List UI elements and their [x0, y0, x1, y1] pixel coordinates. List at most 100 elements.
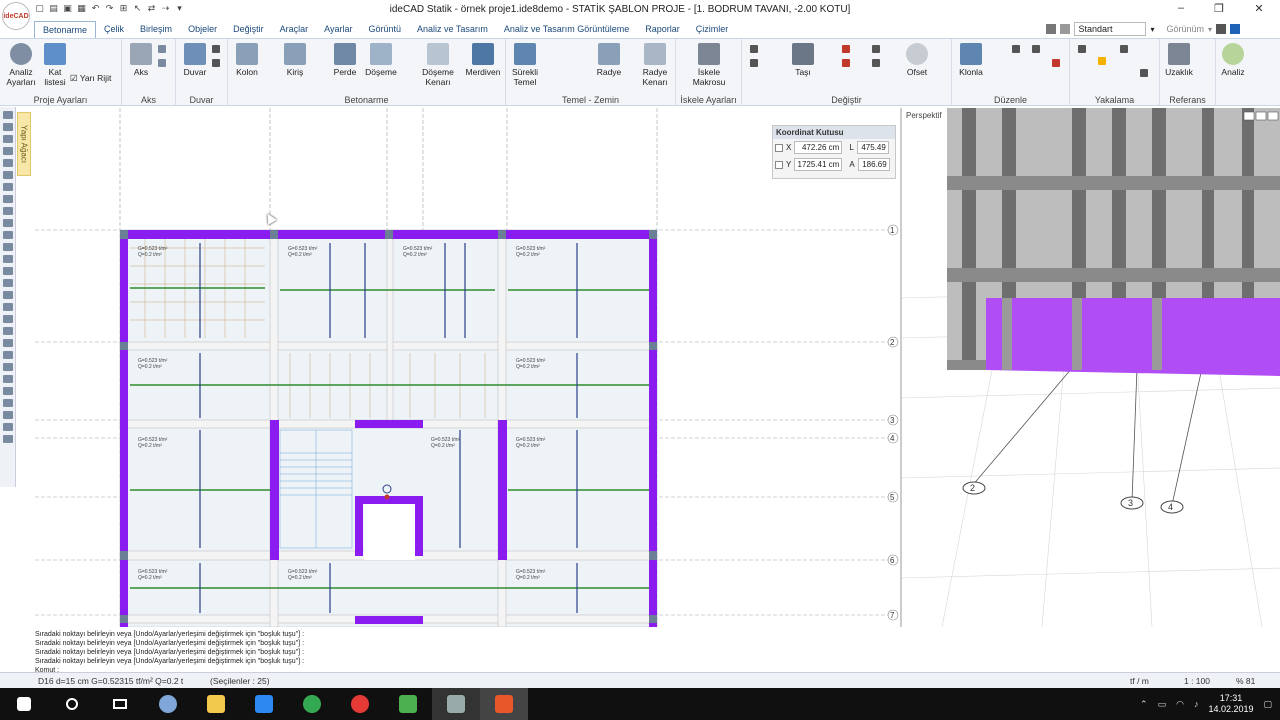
tab-betonarme[interactable]: Betonarme [34, 20, 97, 38]
tool-icon[interactable] [3, 351, 13, 359]
battery-icon[interactable]: ▭ [1158, 699, 1167, 710]
edit-tool-icon[interactable] [872, 59, 880, 67]
tool-icon[interactable] [3, 291, 13, 299]
status-unit[interactable]: tf / m [1130, 676, 1149, 686]
store-icon[interactable] [240, 688, 288, 720]
tab-celik[interactable]: Çelik [96, 21, 132, 38]
snap-tool-icon[interactable] [1120, 45, 1128, 53]
perspective-view[interactable]: Perspektif 2 3 4 [900, 108, 1280, 627]
save-icon[interactable]: ▣ [62, 3, 73, 14]
merdiven-button[interactable]: Merdiven [462, 43, 504, 77]
x-value-field[interactable]: 472.26 cm [794, 141, 843, 154]
settings-icon[interactable] [1216, 24, 1226, 34]
tab-birlesim[interactable]: Birleşim [132, 21, 180, 38]
close-button[interactable]: ✕ [1244, 2, 1274, 15]
arrange-tool-icon[interactable] [1012, 45, 1020, 53]
display-icon[interactable] [1060, 24, 1071, 34]
task-view-icon[interactable] [96, 688, 144, 720]
tab-ayarlar[interactable]: Ayarlar [316, 21, 360, 38]
opera-icon[interactable] [336, 688, 384, 720]
tool-icon[interactable] [3, 399, 13, 407]
tab-cizimler[interactable]: Çizimler [688, 21, 737, 38]
view-label[interactable]: Görünüm [1166, 24, 1204, 34]
tool-icon[interactable] [3, 243, 13, 251]
tool-icon[interactable] [3, 255, 13, 263]
tool-icon[interactable] [3, 279, 13, 287]
yari-rijit-checkbox[interactable]: ☑ Yarı Rijit [70, 73, 120, 83]
uzaklik-button[interactable]: Uzaklık [1162, 43, 1196, 77]
radye-button[interactable]: Radye [592, 43, 626, 77]
y-lock-checkbox[interactable] [775, 160, 783, 169]
notification-icon[interactable]: ▢ [1263, 699, 1272, 710]
perde-button[interactable]: Perde [328, 43, 362, 77]
tool-icon[interactable] [3, 327, 13, 335]
kiris-button[interactable]: Kiriş [278, 43, 312, 77]
analiz-button[interactable]: Analiz [1216, 43, 1250, 77]
axis-tool-icon[interactable] [158, 59, 166, 67]
ofset-button[interactable]: Ofset [900, 43, 934, 77]
arrange-tool-icon[interactable] [1052, 59, 1060, 67]
x-lock-checkbox[interactable] [775, 143, 783, 152]
edit-tool-icon[interactable] [750, 59, 758, 67]
open-folder-icon[interactable]: ▤ [48, 3, 59, 14]
tab-degistir[interactable]: Değiştir [225, 21, 272, 38]
status-scale[interactable]: 1 : 100 [1184, 676, 1210, 686]
pointer-icon[interactable]: ↖ [132, 3, 143, 14]
tool-icon[interactable] [3, 363, 13, 371]
tab-analiz[interactable]: Analiz ve Tasarım [409, 21, 496, 38]
tool-icon[interactable] [3, 411, 13, 419]
edit-tool-icon[interactable] [750, 45, 758, 53]
tool-icon[interactable] [3, 159, 13, 167]
tab-analiz-goruntuleme[interactable]: Analiz ve Tasarım Görüntüleme [496, 21, 637, 38]
windows-start-icon[interactable] [0, 688, 48, 720]
chevron-up-icon[interactable]: ⌃ [1140, 699, 1148, 710]
axis-tool-icon[interactable] [158, 45, 166, 53]
volume-icon[interactable]: ♪ [1194, 699, 1199, 709]
edit-tool-icon[interactable] [842, 45, 850, 53]
tool-icon[interactable] [3, 147, 13, 155]
kat-listesi-button[interactable]: Kat listesi [38, 43, 72, 87]
aks-button[interactable]: Aks [124, 43, 158, 77]
snap-icon[interactable]: ⊞ [118, 3, 129, 14]
tool-icon[interactable] [3, 339, 13, 347]
plan-canvas[interactable]: G=0.523 t/m² Q=0.2 t/m² G=0.523 t/m² Q=0.2… [35, 108, 900, 627]
snap-tool-icon[interactable] [1098, 57, 1106, 65]
tool-icon[interactable] [3, 111, 13, 119]
edit-tool-icon[interactable] [872, 45, 880, 53]
wall-tool-icon[interactable] [212, 45, 220, 53]
tab-raporlar[interactable]: Raporlar [637, 21, 688, 38]
tool-icon[interactable] [3, 315, 13, 323]
tool-icon[interactable] [3, 135, 13, 143]
clock[interactable]: 17:31 14.02.2019 [1208, 693, 1253, 715]
search-icon[interactable] [48, 688, 96, 720]
tool-icon[interactable] [3, 171, 13, 179]
tool-icon[interactable] [3, 303, 13, 311]
help-icon[interactable] [1230, 24, 1240, 34]
arrange-tool-icon[interactable] [1032, 45, 1040, 53]
minimize-button[interactable]: – [1166, 2, 1196, 14]
status-zoom[interactable]: % 81 [1236, 676, 1255, 686]
tool-icon[interactable] [3, 435, 13, 443]
iskele-makrosu-button[interactable]: İskele Makrosu [686, 43, 732, 87]
app-logo[interactable]: ideCAD [2, 2, 30, 30]
a-value-field[interactable]: 186.69 [857, 158, 890, 171]
analiz-ayarlari-button[interactable]: Analiz Ayarları [4, 43, 38, 87]
radye-kenari-button[interactable]: Radye Kenarı [636, 43, 674, 87]
tab-araclar[interactable]: Araçlar [272, 21, 317, 38]
tab-objeler[interactable]: Objeler [180, 21, 225, 38]
network-icon[interactable]: ◠ [1176, 699, 1184, 710]
redo-icon[interactable]: ↷ [104, 3, 115, 14]
tool-icon[interactable] [3, 219, 13, 227]
edit-tool-icon[interactable] [842, 59, 850, 67]
tool-icon[interactable] [3, 375, 13, 383]
style-select[interactable]: Standart [1074, 22, 1147, 36]
chrome-icon[interactable] [288, 688, 336, 720]
tool-icon[interactable] [3, 423, 13, 431]
surekli-temel-button[interactable]: Sürekli Temel [508, 43, 542, 87]
layer-icon[interactable] [1046, 24, 1057, 34]
tool-icon[interactable] [3, 183, 13, 191]
calculator-icon[interactable] [432, 688, 480, 720]
y-value-field[interactable]: 1725.41 cm [794, 158, 843, 171]
print-icon[interactable]: ▦ [76, 3, 87, 14]
file-explorer-icon[interactable] [192, 688, 240, 720]
